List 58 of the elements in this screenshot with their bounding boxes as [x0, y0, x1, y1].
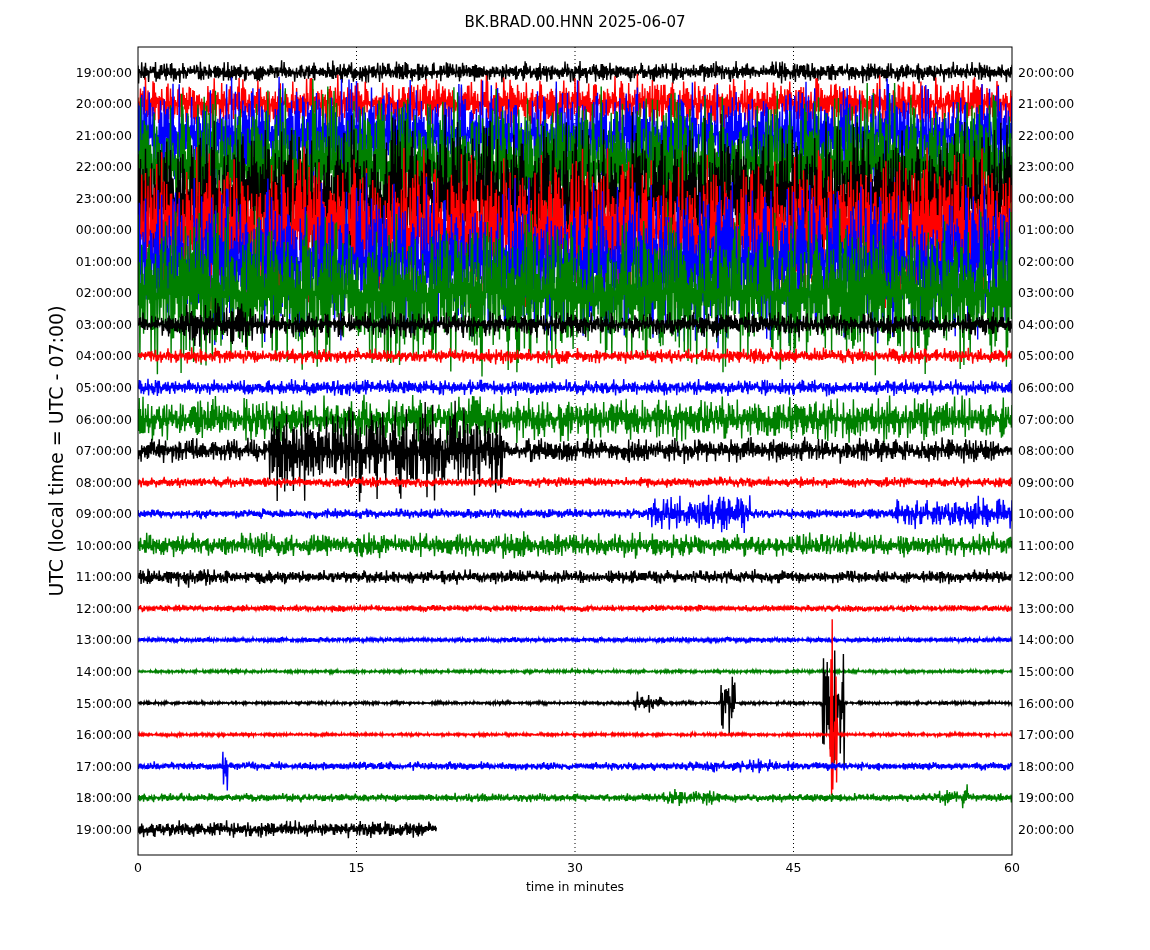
y-tick-label: 10:00:00	[1018, 506, 1075, 522]
y-tick-label: 11:00:00	[75, 569, 132, 585]
y-tick-label: 22:00:00	[1018, 127, 1075, 143]
y-tick-label: 16:00:00	[75, 727, 132, 743]
y-tick-label: 19:00:00	[1018, 790, 1075, 806]
y-tick-label: 15:00:00	[75, 695, 132, 711]
y-tick-label: 18:00:00	[1018, 758, 1075, 774]
y-tick-label: 08:00:00	[1018, 443, 1075, 459]
y-tick-label: 10:00:00	[75, 537, 132, 553]
y-tick-label: 13:00:00	[75, 632, 132, 648]
y-tick-label: 09:00:00	[75, 506, 132, 522]
y-tick-label: 02:00:00	[75, 285, 132, 301]
y-tick-label: 20:00:00	[1018, 821, 1075, 837]
y-tick-label: 01:00:00	[75, 253, 132, 269]
y-tick-label: 04:00:00	[1018, 316, 1075, 332]
y-tick-label: 02:00:00	[1018, 253, 1075, 269]
x-tick-label: 30	[567, 860, 583, 875]
y-tick-label: 08:00:00	[75, 474, 132, 490]
y-tick-label: 04:00:00	[75, 348, 132, 364]
x-tick-label: 0	[134, 860, 142, 875]
y-tick-label: 03:00:00	[75, 316, 132, 332]
y-tick-label: 20:00:00	[1018, 64, 1075, 80]
y-tick-label: 16:00:00	[1018, 695, 1075, 711]
y-tick-label: 13:00:00	[1018, 600, 1075, 616]
y-tick-label: 21:00:00	[75, 127, 132, 143]
y-tick-label: 07:00:00	[75, 443, 132, 459]
y-tick-label: 07:00:00	[1018, 411, 1075, 427]
y-tick-label: 17:00:00	[1018, 727, 1075, 743]
y-tick-label: 15:00:00	[1018, 663, 1075, 679]
y-tick-label: 21:00:00	[1018, 96, 1075, 112]
y-tick-label: 05:00:00	[75, 380, 132, 395]
x-tick-label: 15	[348, 860, 365, 875]
y-tick-label: 18:00:00	[75, 790, 132, 806]
y-tick-label: 00:00:00	[1018, 190, 1075, 206]
y-tick-label: 19:00:00	[75, 821, 132, 837]
y-tick-label: 20:00:00	[75, 96, 132, 112]
y-tick-label: 19:00:00	[75, 64, 132, 80]
y-tick-label: 14:00:00	[75, 663, 132, 679]
x-tick-label: 45	[785, 860, 802, 875]
y-tick-label: 06:00:00	[75, 411, 132, 427]
y-tick-label: 23:00:00	[75, 190, 132, 206]
y-tick-label: 06:00:00	[1018, 380, 1075, 395]
y-tick-label: 22:00:00	[75, 159, 132, 175]
y-tick-label: 12:00:00	[1018, 569, 1075, 585]
x-axis-label: time in minutes	[525, 879, 625, 894]
y-tick-label: 03:00:00	[1018, 285, 1075, 301]
y-tick-label: 09:00:00	[1018, 474, 1075, 490]
y-tick-label: 14:00:00	[1018, 632, 1075, 648]
y-tick-label: 11:00:00	[1018, 537, 1075, 553]
y-axis-label: UTC (local time = UTC - 07:00)	[45, 305, 67, 597]
y-tick-label: 12:00:00	[75, 600, 132, 616]
y-tick-label: 01:00:00	[1018, 222, 1075, 238]
y-tick-label: 05:00:00	[1018, 348, 1075, 364]
x-tick-label: 60	[1004, 860, 1020, 875]
y-tick-label: 00:00:00	[75, 222, 132, 238]
chart-title: BK.BRAD.00.HNN 2025-06-07	[464, 13, 686, 31]
y-tick-label: 17:00:00	[75, 758, 132, 774]
y-tick-label: 23:00:00	[1018, 159, 1075, 175]
